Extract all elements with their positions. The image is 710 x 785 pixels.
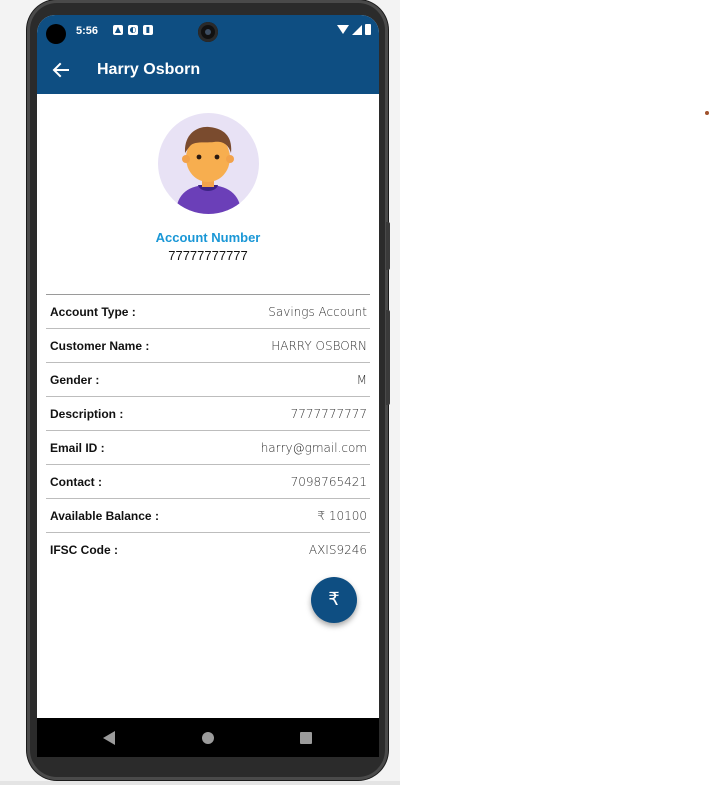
account-details-list: Account Type : Savings Account Customer … (46, 294, 370, 566)
detail-row-ifsc-code: IFSC Code : AXIS9246 (46, 533, 370, 566)
detail-value: HARRY OSBORN (271, 338, 367, 353)
rupee-transfer-button[interactable]: ₹ (311, 577, 357, 623)
nav-recents-icon[interactable] (300, 732, 312, 744)
wifi-icon (337, 25, 349, 34)
avatar (158, 113, 259, 214)
detail-label: Account Type : (50, 304, 136, 319)
detail-row-contact: Contact : 7098765421 (46, 465, 370, 499)
front-camera-icon (46, 24, 66, 44)
punch-hole-camera-icon (198, 22, 218, 42)
detail-value: Savings Account (268, 304, 367, 319)
detail-label: Customer Name : (50, 338, 150, 353)
photo-icon: ▲ (113, 25, 123, 35)
account-number-value: 77777777777 (168, 248, 248, 263)
detail-label: Description : (50, 406, 124, 421)
detail-label: IFSC Code : (50, 542, 118, 557)
phone-screen: 5:56 ▲ ◐ ▮ Harry Osborn Account Number 7… (37, 15, 379, 757)
detail-value: ₹ 10100 (317, 508, 367, 523)
navigation-bar (37, 718, 379, 757)
detail-value: 7098765421 (290, 474, 367, 489)
app-bar: Harry Osborn (37, 48, 379, 94)
battery-icon (365, 24, 371, 35)
system-icons (337, 24, 371, 35)
background-strip (0, 781, 400, 785)
status-time: 5:56 (76, 25, 99, 37)
detail-value: AXIS9246 (308, 542, 367, 557)
detail-value: M (356, 372, 367, 387)
person-avatar-icon (176, 126, 241, 214)
detail-value: harry@gmail.com (260, 440, 367, 455)
nav-back-icon[interactable] (103, 731, 115, 745)
detail-label: Contact : (50, 474, 102, 489)
volume-button (386, 310, 390, 405)
signal-icon (352, 24, 362, 35)
decorative-dot (705, 111, 709, 115)
detail-label: Available Balance : (50, 508, 159, 523)
detail-label: Gender : (50, 372, 100, 387)
arrow-left-icon[interactable] (51, 60, 71, 80)
detail-row-gender: Gender : M (46, 363, 370, 397)
page-title: Harry Osborn (97, 61, 201, 78)
detail-value: 7777777777 (290, 406, 367, 421)
account-number-label: Account Number (155, 230, 261, 245)
detail-row-available-balance: Available Balance : ₹ 10100 (46, 499, 370, 533)
sd-card-icon: ▮ (143, 25, 153, 35)
notification-icons: ▲ ◐ ▮ (113, 25, 153, 35)
detail-label: Email ID : (50, 440, 105, 455)
nav-home-icon[interactable] (202, 732, 214, 744)
status-bar: 5:56 ▲ ◐ ▮ (37, 15, 379, 48)
detail-row-email: Email ID : harry@gmail.com (46, 431, 370, 465)
detail-row-description: Description : 7777777777 (46, 397, 370, 431)
app-icon: ◐ (128, 25, 138, 35)
detail-row-account-type: Account Type : Savings Account (46, 295, 370, 329)
power-button (386, 222, 390, 270)
detail-row-customer-name: Customer Name : HARRY OSBORN (46, 329, 370, 363)
